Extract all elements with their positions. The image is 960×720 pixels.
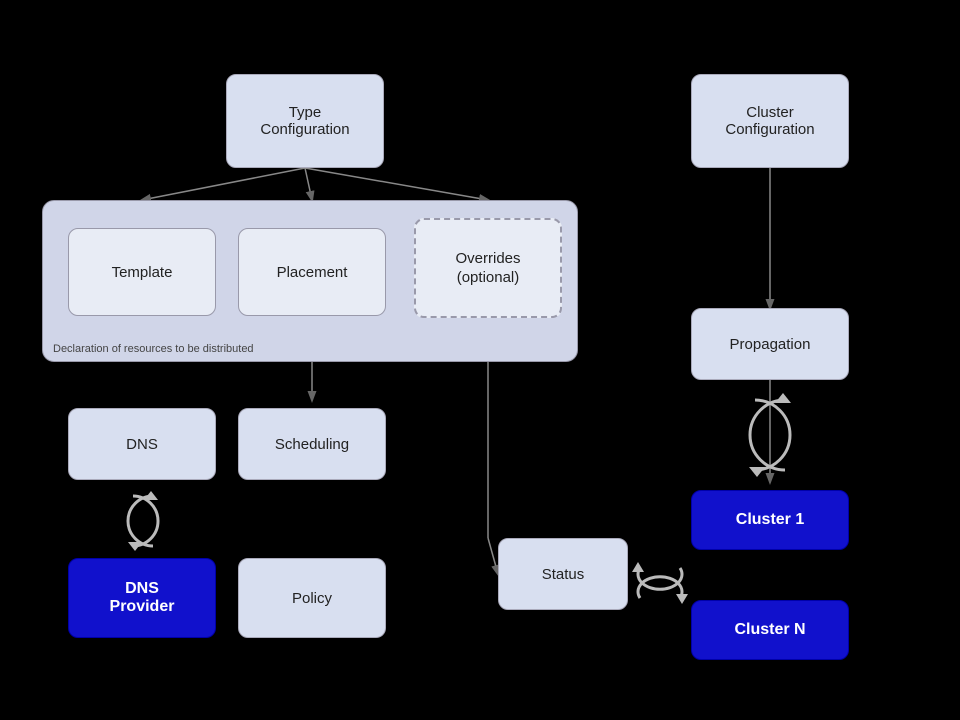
cluster-configuration-label: Cluster Configuration bbox=[725, 104, 814, 138]
cluster1-box: Cluster 1 bbox=[691, 490, 849, 550]
template-label: Template bbox=[112, 264, 173, 281]
cluster1-label: Cluster 1 bbox=[736, 511, 804, 529]
policy-box: Policy bbox=[238, 558, 386, 638]
policy-label: Policy bbox=[292, 590, 332, 607]
overrides-label: Overrides (optional) bbox=[455, 249, 520, 288]
scheduling-box: Scheduling bbox=[238, 408, 386, 480]
clusterN-label: Cluster N bbox=[734, 621, 805, 639]
propagation-label: Propagation bbox=[730, 336, 811, 353]
scheduling-label: Scheduling bbox=[275, 436, 349, 453]
placement-label: Placement bbox=[277, 264, 348, 281]
cluster-configuration-box: Cluster Configuration bbox=[691, 74, 849, 168]
type-configuration-label: Type Configuration bbox=[260, 104, 349, 138]
clusterN-box: Cluster N bbox=[691, 600, 849, 660]
status-label: Status bbox=[542, 566, 585, 583]
overrides-box: Overrides (optional) bbox=[414, 218, 562, 318]
dns-provider-box: DNS Provider bbox=[68, 558, 216, 638]
dns-provider-label: DNS Provider bbox=[110, 580, 175, 616]
placement-box: Placement bbox=[238, 228, 386, 316]
status-box: Status bbox=[498, 538, 628, 610]
dns-box: DNS bbox=[68, 408, 216, 480]
template-box: Template bbox=[68, 228, 216, 316]
dns-label: DNS bbox=[126, 436, 158, 453]
propagation-box: Propagation bbox=[691, 308, 849, 380]
group-label: Declaration of resources to be distribut… bbox=[53, 343, 254, 355]
type-configuration-box: Type Configuration bbox=[226, 74, 384, 168]
